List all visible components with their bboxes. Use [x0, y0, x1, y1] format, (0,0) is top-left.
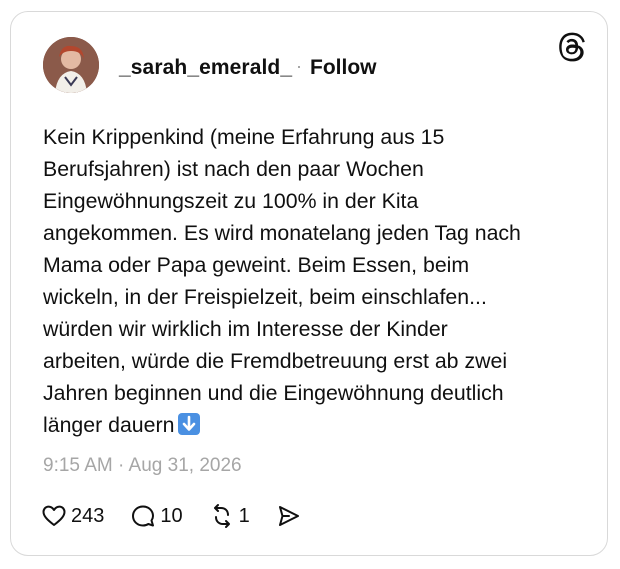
post-body-line: Kein Krippenkind (meine Erfahrung aus 15	[43, 125, 445, 149]
post-card: _sarah_emerald_ · Follow Kein Krippenkin…	[10, 11, 608, 556]
separator-dot: ·	[296, 56, 302, 76]
post-body-line: wickeln, in der Freispielzeit, beim eins…	[43, 285, 487, 309]
share-button[interactable]	[276, 503, 302, 529]
post-body-line: angekommen. Es wird monatelang jeden Tag…	[43, 221, 521, 245]
heart-icon	[41, 503, 67, 529]
post-body-line: arbeiten, würde die Fremdbetreuung erst …	[43, 349, 508, 373]
post-body-line: Mama oder Papa geweint. Beim Essen, beim	[43, 253, 470, 277]
like-count: 243	[71, 504, 105, 527]
follow-button[interactable]: Follow	[310, 56, 377, 80]
repost-icon	[209, 503, 235, 529]
reply-count: 10	[160, 504, 183, 527]
repost-button[interactable]: 1	[209, 503, 250, 529]
like-button[interactable]: 243	[41, 503, 104, 529]
post-body-line: würden wir wirklich im Interesse der Kin…	[43, 317, 448, 341]
threads-logo-icon[interactable]	[557, 32, 587, 62]
post-actions: 243 10 1	[41, 501, 302, 531]
post-timestamp[interactable]: 9:15 AM · Aug 31, 2026	[43, 455, 242, 477]
post-body: Kein Krippenkind (meine Erfahrung aus 15…	[43, 121, 583, 441]
post-body-line: Berufsjahren) ist nach den paar Wochen	[43, 157, 424, 181]
down-arrow-emoji-icon	[178, 413, 201, 435]
send-icon	[276, 503, 302, 529]
post-body-line: Jahren beginnen und die Eingewöhnung deu…	[43, 381, 504, 405]
post-body-line: Eingewöhnungszeit zu 100% in der Kita	[43, 189, 419, 213]
post-body-line: länger dauern	[43, 413, 175, 437]
avatar[interactable]	[43, 37, 99, 93]
reply-button[interactable]: 10	[130, 503, 183, 529]
speech-bubble-icon	[130, 503, 156, 529]
repost-count: 1	[238, 504, 250, 527]
post-body-last-line: länger dauern	[43, 409, 583, 441]
username[interactable]: _sarah_emerald_	[119, 56, 292, 80]
